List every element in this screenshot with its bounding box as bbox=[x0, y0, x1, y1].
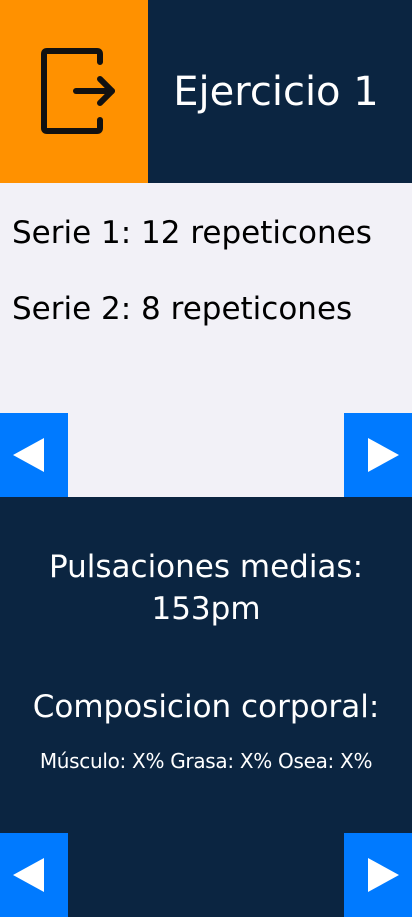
sets-next-button[interactable] bbox=[344, 413, 412, 497]
pulse-value: 153pm bbox=[151, 591, 261, 627]
composition-label: Composicion corporal: bbox=[32, 689, 380, 725]
exit-icon bbox=[41, 48, 115, 134]
stats-panel: Pulsaciones medias: 153pm Composicion co… bbox=[0, 497, 412, 917]
pulse-label: Pulsaciones medias: bbox=[48, 549, 364, 585]
triangle-left-icon bbox=[13, 438, 44, 472]
stats-next-button[interactable] bbox=[344, 833, 412, 917]
set-2-text: Serie 2: 8 repeticones bbox=[12, 291, 353, 327]
triangle-right-icon bbox=[368, 858, 399, 892]
composition-values: Músculo: X% Grasa: X% Osea: X% bbox=[39, 749, 373, 773]
set-1-text: Serie 1: 12 repeticones bbox=[12, 215, 372, 251]
header: Ejercicio 1 bbox=[0, 0, 412, 183]
triangle-right-icon bbox=[368, 438, 399, 472]
exercise-title: Ejercicio 1 bbox=[173, 68, 379, 115]
sets-prev-button[interactable] bbox=[0, 413, 68, 497]
triangle-left-icon bbox=[13, 858, 44, 892]
exit-button[interactable] bbox=[0, 0, 148, 183]
stats-prev-button[interactable] bbox=[0, 833, 68, 917]
exercise-screen: Ejercicio 1 Serie 1: 12 repeticones Seri… bbox=[0, 0, 412, 917]
sets-panel: Serie 1: 12 repeticones Serie 2: 8 repet… bbox=[0, 183, 412, 497]
